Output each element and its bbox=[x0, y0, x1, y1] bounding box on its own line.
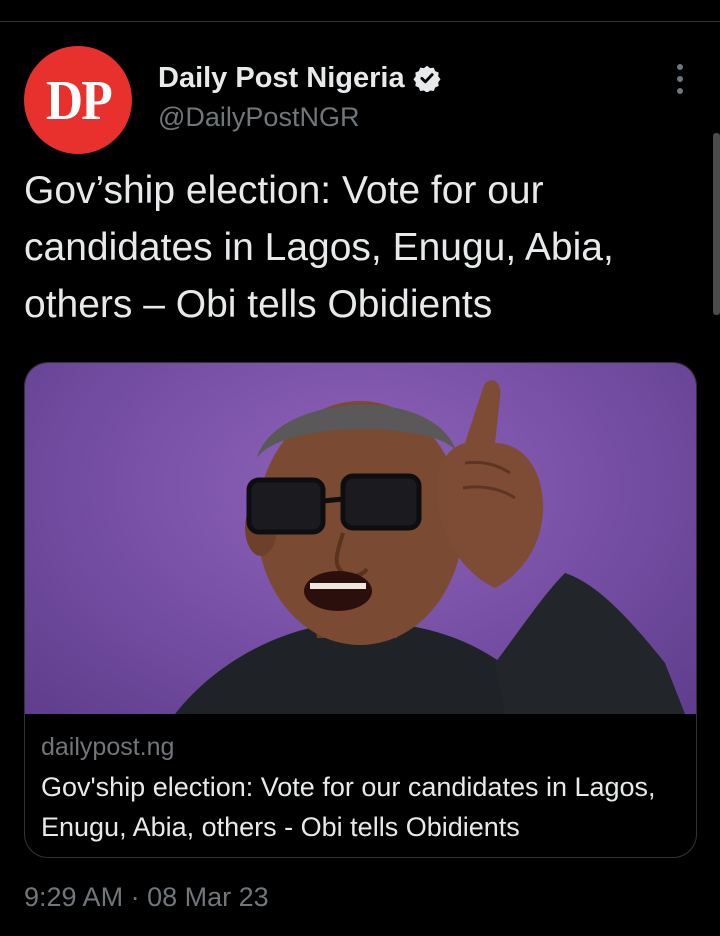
more-dot bbox=[677, 76, 683, 82]
verified-badge-icon[interactable] bbox=[413, 64, 441, 93]
card-domain: dailypost.ng bbox=[41, 733, 175, 761]
tweet-date: 08 Mar 23 bbox=[147, 882, 269, 912]
card-image[interactable] bbox=[25, 363, 696, 714]
display-name[interactable]: Daily Post Nigeria bbox=[158, 62, 405, 95]
portrait-photo bbox=[175, 380, 685, 714]
top-divider bbox=[0, 21, 720, 22]
avatar-logo-text: DP bbox=[45, 70, 112, 132]
scrollbar[interactable] bbox=[713, 133, 720, 315]
tweet-time: 9:29 AM bbox=[24, 882, 124, 912]
more-dot bbox=[677, 88, 683, 94]
handle[interactable]: @DailyPostNGR bbox=[158, 102, 441, 133]
author-info: Daily Post Nigeria @DailyPostNGR bbox=[158, 60, 441, 133]
link-card[interactable]: dailypost.ng Gov'ship election: Vote for… bbox=[24, 362, 697, 858]
more-options-icon[interactable] bbox=[672, 64, 688, 94]
avatar[interactable]: DP bbox=[24, 46, 132, 154]
timestamp-separator: · bbox=[130, 882, 140, 912]
tweet-text: Gov’ship election: Vote for our candidat… bbox=[24, 169, 614, 326]
card-title: Gov'ship election: Vote for our candidat… bbox=[41, 772, 656, 842]
tweet-timestamp[interactable]: 9:29 AM · 08 Mar 23 bbox=[24, 882, 269, 913]
more-dot bbox=[677, 64, 683, 70]
author-name-row: Daily Post Nigeria bbox=[158, 60, 441, 96]
